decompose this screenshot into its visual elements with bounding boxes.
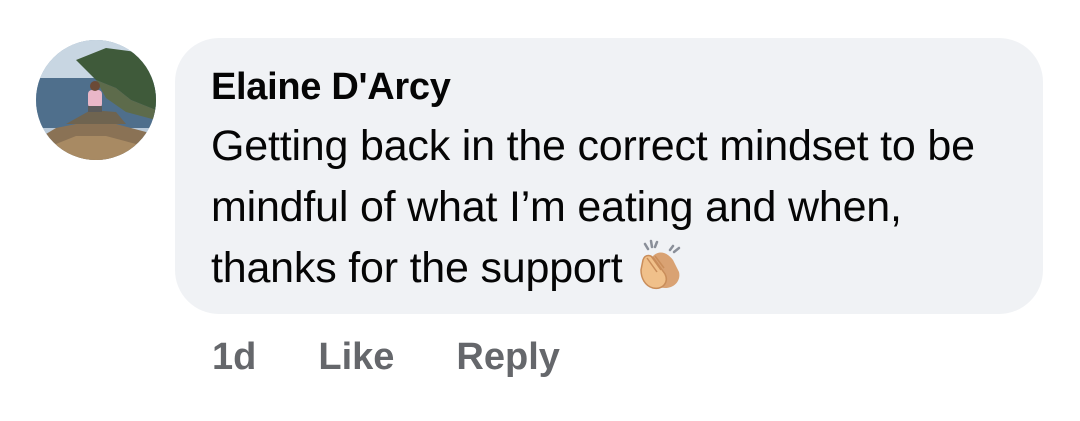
like-button[interactable]: Like bbox=[318, 334, 394, 380]
comment-actions: 1d Like Reply bbox=[212, 334, 560, 380]
reply-button[interactable]: Reply bbox=[456, 334, 559, 380]
comment-text: Getting back in the correct mindset to b… bbox=[211, 122, 975, 292]
clapping-hands-icon bbox=[633, 238, 687, 292]
comment-timestamp[interactable]: 1d bbox=[212, 334, 256, 380]
comment-bubble: Elaine D'Arcy Getting back in the correc… bbox=[175, 38, 1043, 314]
comment-author[interactable]: Elaine D'Arcy bbox=[211, 64, 1007, 110]
avatar[interactable] bbox=[36, 40, 156, 160]
comment-text-container: Getting back in the correct mindset to b… bbox=[211, 116, 1007, 299]
